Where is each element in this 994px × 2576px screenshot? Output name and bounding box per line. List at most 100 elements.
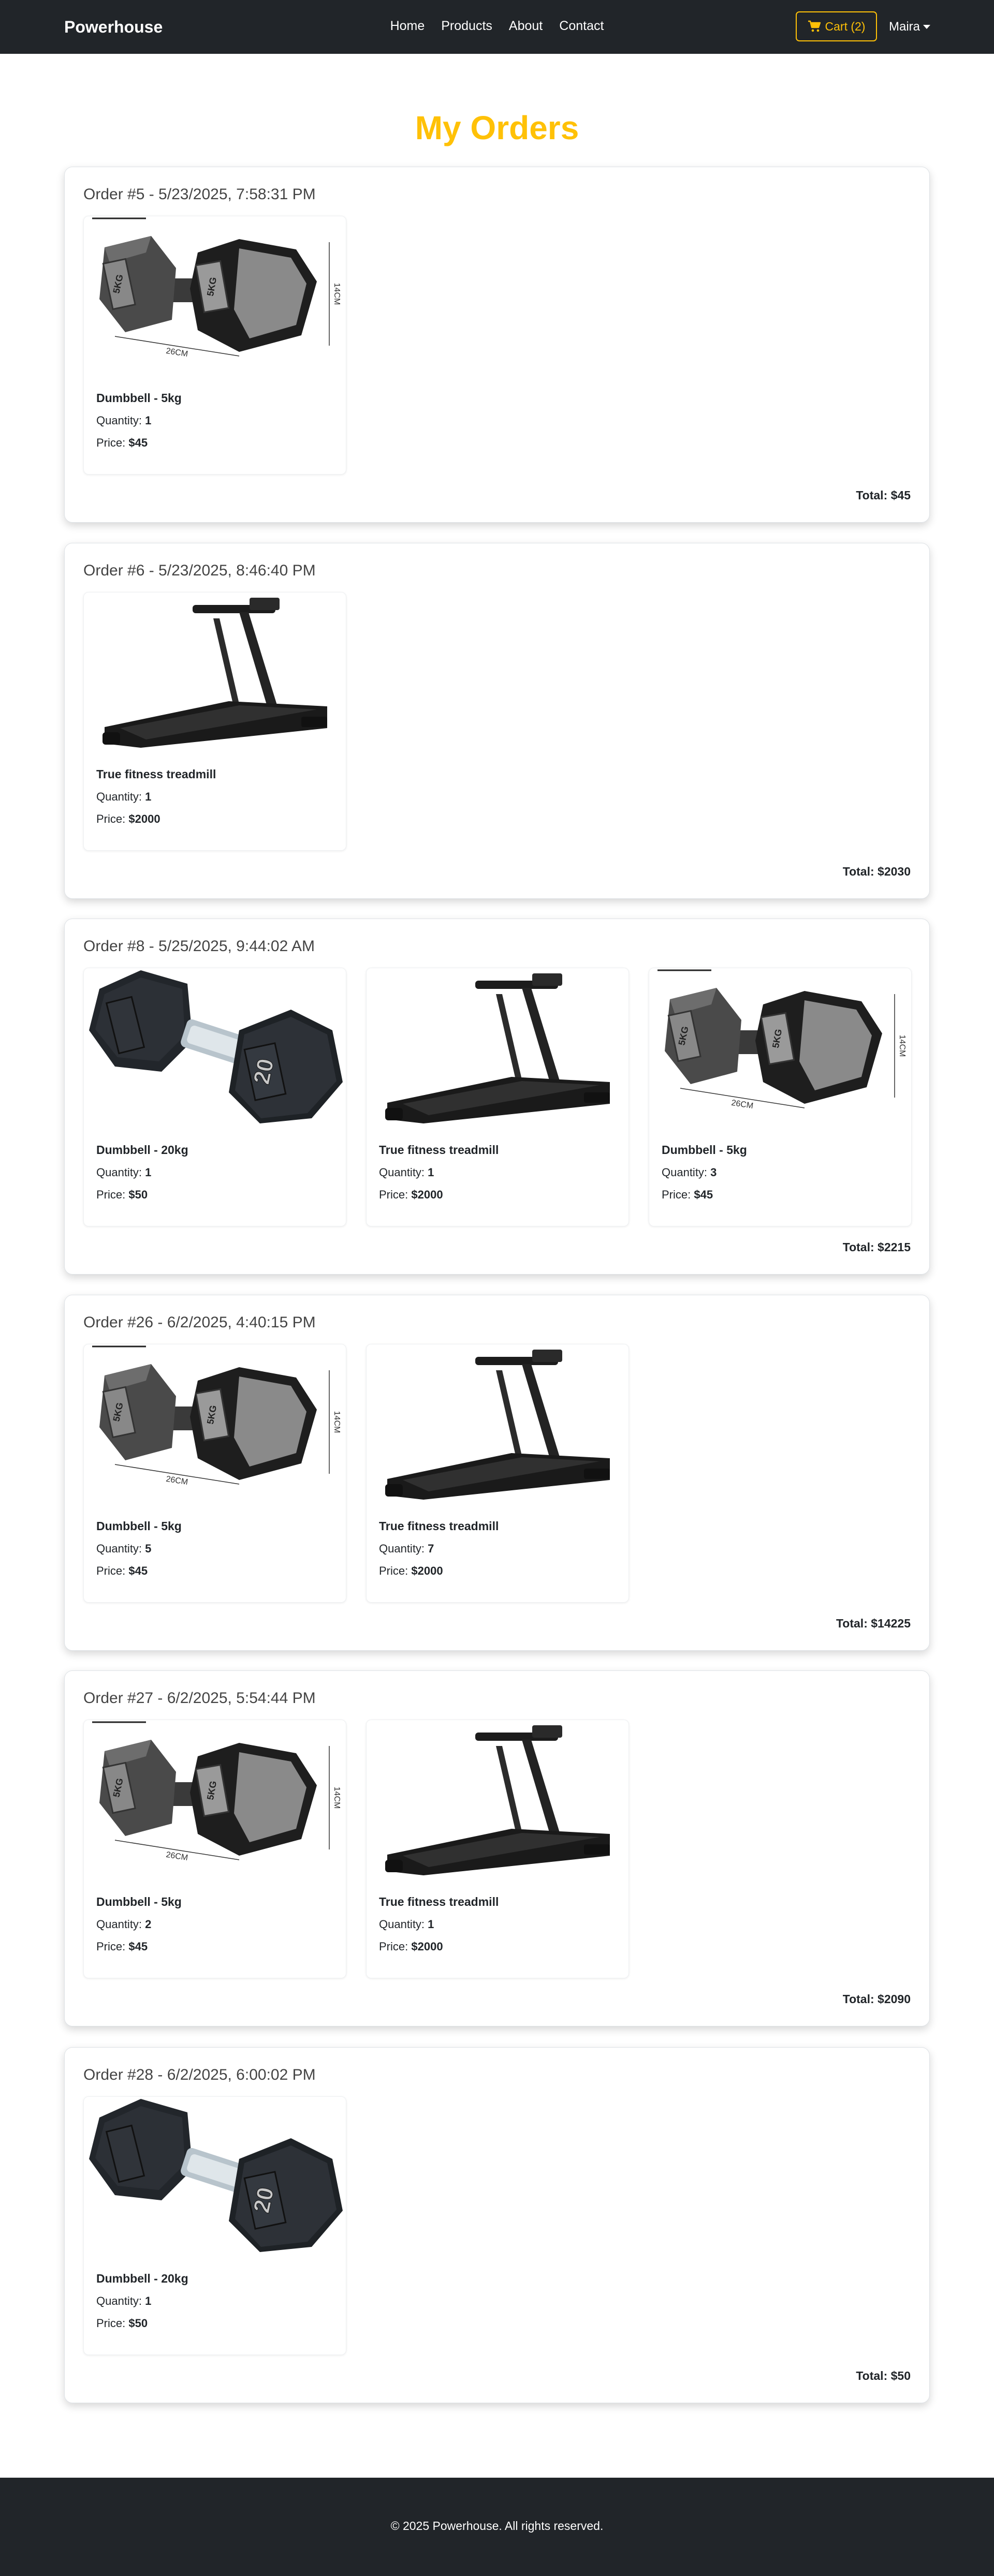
quantity-label: Quantity: [662,1166,708,1179]
treadmill-image [385,1725,610,1875]
order-item: 5KG 5KG 26CM 14CM Dumbbell - 5kg Quantit… [83,1720,346,1978]
nav-link-about[interactable]: About [509,19,543,34]
price-value: $45 [694,1188,713,1201]
quantity-value: 3 [710,1166,717,1179]
quantity-label: Quantity: [96,1918,142,1931]
order-heading: Order #26 - 6/2/2025, 4:40:15 PM [83,1314,316,1331]
price-label: Price: [379,1940,408,1953]
dumbbell-20kg-image: 20 [89,970,343,1123]
dumbbell-20kg-image: 20 [89,2099,343,2252]
svg-text:26CM: 26CM [165,1475,188,1487]
item-price: Price: $2000 [379,1564,443,1578]
footer: © 2025 Powerhouse. All rights reserved. [0,2478,994,2576]
order-item: True fitness treadmill Quantity: 7 Price… [366,1344,629,1603]
item-quantity: Quantity: 3 [662,1166,717,1179]
quantity-label: Quantity: [96,1542,142,1555]
dumbbell-5kg-image: 5KG 5KG 26CM 14CM [657,969,907,1111]
quantity-value: 1 [145,2294,152,2307]
order-total: Total: $50 [856,2369,911,2382]
svg-text:14CM: 14CM [332,1411,341,1433]
nav-link-home[interactable]: Home [390,19,425,34]
price-label: Price: [96,1940,126,1953]
weight-label: 20 [249,2185,279,2215]
item-name: True fitness treadmill [379,1519,499,1533]
order-card: Order #26 - 6/2/2025, 4:40:15 PM 5KG 5KG… [64,1295,930,1651]
quantity-label: Quantity: [379,1166,425,1179]
order-card: Order #28 - 6/2/2025, 6:00:02 PM 20 Dumb… [64,2047,930,2403]
item-quantity: Quantity: 5 [96,1542,151,1556]
user-menu[interactable]: Maira [889,20,931,34]
nav-link-contact[interactable]: Contact [559,19,604,34]
price-value: $2000 [411,1564,443,1577]
order-item: 5KG 5KG 26CM 14CM Dumbbell - 5kg Quantit… [83,1344,346,1603]
order-item: 5KG 5KG 26CM 14CM Dumbbell - 5kg Quantit… [649,968,912,1226]
footer-copyright: © 2025 Powerhouse. All rights reserved. [390,2519,604,2533]
price-label: Price: [96,1188,126,1201]
order-heading: Order #6 - 5/23/2025, 8:46:40 PM [83,562,316,579]
svg-text:26CM: 26CM [730,1099,754,1111]
quantity-label: Quantity: [379,1918,425,1931]
svg-text:26CM: 26CM [165,1850,188,1862]
order-heading: Order #27 - 6/2/2025, 5:54:44 PM [83,1690,316,1707]
treadmill-image [103,598,327,748]
item-price: Price: $45 [96,1940,148,1953]
item-quantity: Quantity: 1 [96,2294,151,2308]
svg-text:14CM: 14CM [332,283,341,305]
item-quantity: Quantity: 1 [379,1918,434,1931]
item-name: Dumbbell - 5kg [96,391,182,405]
item-name: Dumbbell - 5kg [96,1895,182,1908]
treadmill-image [385,1350,610,1500]
price-label: Price: [379,1564,408,1577]
dumbbell-5kg-image: 5KG 5KG 26CM 14CM [92,1345,341,1487]
quantity-value: 5 [145,1542,152,1555]
price-label: Price: [662,1188,691,1201]
nav-link-products[interactable]: Products [441,19,492,34]
item-price: Price: $45 [96,1564,148,1578]
price-label: Price: [96,436,126,449]
order-item: 5KG 5KG 26CM 14CM Dumbbell - 5kg Quantit… [83,216,346,475]
item-name: True fitness treadmill [379,1895,499,1908]
price-value: $50 [128,1188,148,1201]
dumbbell-5kg-image: 5KG 5KG 26CM 14CM [92,217,341,359]
cart-icon [808,20,821,32]
quantity-value: 7 [428,1542,434,1555]
price-value: $45 [128,1940,148,1953]
order-item: True fitness treadmill Quantity: 1 Price… [366,1720,629,1978]
item-price: Price: $45 [662,1188,713,1202]
price-value: $50 [128,2317,148,2330]
treadmill-image [385,973,610,1123]
cart-button[interactable]: Cart (2) [796,11,877,41]
order-item: 20 Dumbbell - 20kg Quantity: 1 Price: $5… [83,968,346,1226]
quantity-value: 2 [145,1918,152,1931]
quantity-value: 1 [145,414,152,427]
svg-text:14CM: 14CM [332,1787,341,1809]
item-quantity: Quantity: 7 [379,1542,434,1556]
price-value: $2000 [411,1940,443,1953]
quantity-label: Quantity: [96,2294,142,2307]
item-price: Price: $2000 [96,812,160,826]
item-name: Dumbbell - 20kg [96,2272,188,2285]
quantity-label: Quantity: [96,414,142,427]
quantity-label: Quantity: [96,1166,142,1179]
order-card: Order #5 - 5/23/2025, 7:58:31 PM 5KG 5KG… [64,167,930,523]
order-card: Order #6 - 5/23/2025, 8:46:40 PM True fi… [64,543,930,899]
price-value: $45 [128,436,148,449]
order-card: Order #8 - 5/25/2025, 9:44:02 AM 20 Dumb… [64,919,930,1275]
item-name: Dumbbell - 5kg [96,1519,182,1533]
order-item: 20 Dumbbell - 20kg Quantity: 1 Price: $5… [83,2096,346,2355]
item-quantity: Quantity: 1 [96,790,151,804]
item-quantity: Quantity: 1 [96,1166,151,1179]
dumbbell-5kg-image: 5KG 5KG 26CM 14CM [92,1721,341,1862]
price-value: $2000 [411,1188,443,1201]
cart-label: Cart (2) [825,19,866,33]
item-name: Dumbbell - 5kg [662,1143,747,1157]
item-name: True fitness treadmill [379,1143,499,1157]
item-price: Price: $50 [96,1188,148,1202]
item-name: Dumbbell - 20kg [96,1143,188,1157]
item-quantity: Quantity: 2 [96,1918,151,1931]
order-total: Total: $14225 [836,1617,911,1630]
quantity-value: 1 [428,1166,434,1179]
price-label: Price: [96,1564,126,1577]
quantity-value: 1 [145,1166,152,1179]
price-label: Price: [379,1188,408,1201]
